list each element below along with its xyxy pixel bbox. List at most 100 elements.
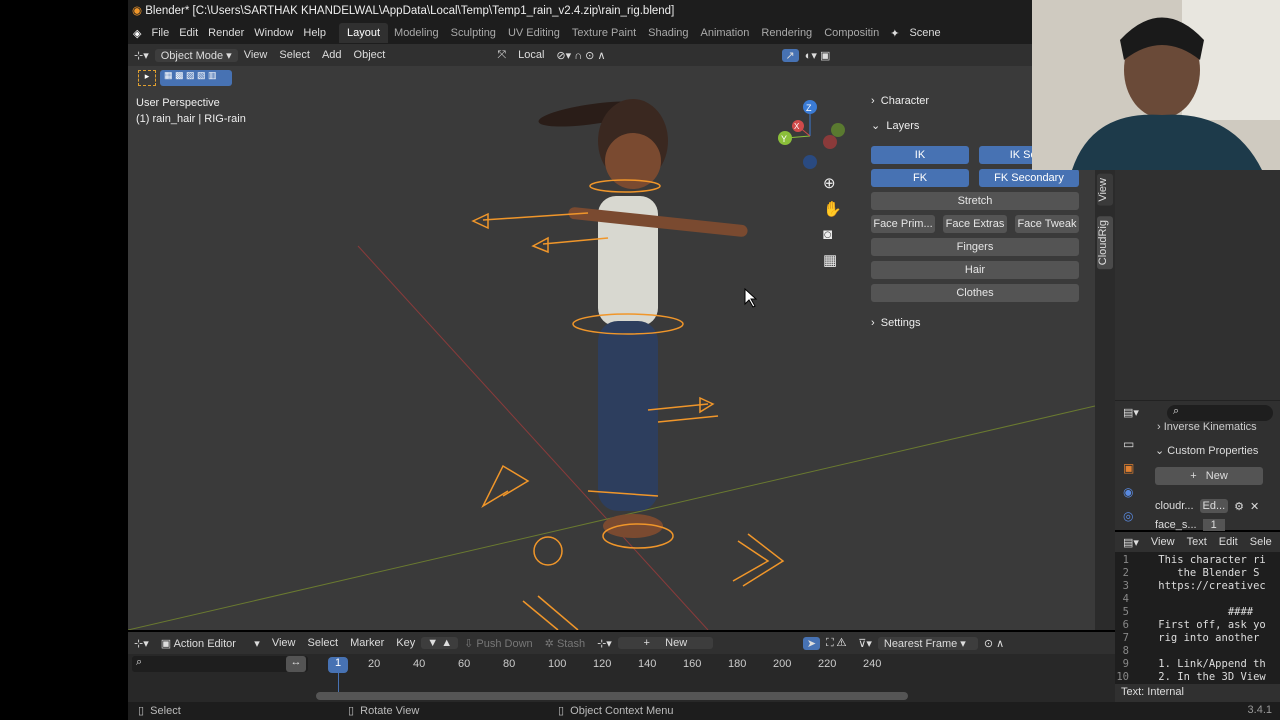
custom-properties-label: Custom Properties bbox=[1167, 445, 1259, 457]
gear-icon[interactable]: ⚙ bbox=[1234, 500, 1244, 513]
menu-help[interactable]: Help bbox=[298, 27, 331, 39]
layer-fk-button[interactable]: FK bbox=[871, 169, 969, 187]
horizontal-scrollbar[interactable] bbox=[316, 692, 908, 700]
layer-face-tweak-button[interactable]: Face Tweak bbox=[1015, 215, 1079, 233]
transform-orientation-icon[interactable]: ⤧ bbox=[491, 49, 512, 62]
sidebar-tabs: View CloudRig bbox=[1095, 170, 1115, 630]
layer-face-extras-button[interactable]: Face Extras bbox=[943, 215, 1007, 233]
menu-select[interactable]: Select bbox=[273, 49, 316, 61]
orientation-dropdown[interactable]: Local bbox=[512, 49, 550, 61]
snap-dropdown[interactable]: Nearest Frame ▾ bbox=[877, 636, 978, 650]
settings-section[interactable]: › Settings bbox=[871, 317, 921, 329]
properties-search-input[interactable]: ⌕ bbox=[1167, 405, 1273, 421]
layers-section[interactable]: ⌄ Layers bbox=[871, 119, 919, 132]
physics-tab-icon[interactable]: ◉ bbox=[1123, 485, 1134, 499]
tab-animation[interactable]: Animation bbox=[695, 27, 756, 39]
only-selected-icon[interactable]: ⛶ ⚠ bbox=[820, 637, 852, 650]
timeline-area[interactable]: ⌕ ↔ 1 20 40 60 80 100 120 140 160 180 20… bbox=[128, 654, 1115, 702]
property-value-field[interactable]: 1 bbox=[1202, 519, 1225, 531]
property-row: face_s... 1 bbox=[1155, 519, 1225, 531]
custom-properties-section[interactable]: ⌄ Custom Properties bbox=[1155, 444, 1258, 457]
timeline-menu-view[interactable]: View bbox=[266, 637, 302, 649]
layer-clothes-button[interactable]: Clothes bbox=[871, 284, 1079, 302]
frame-tick: 140 bbox=[638, 658, 657, 670]
frame-tick: 240 bbox=[863, 658, 882, 670]
text-content[interactable]: 1 This character ri 2 the Blender S 3 ht… bbox=[1115, 552, 1280, 684]
tab-view[interactable]: View bbox=[1097, 174, 1113, 206]
layer-hair-button[interactable]: Hair bbox=[871, 261, 1079, 279]
menu-window[interactable]: Window bbox=[249, 27, 298, 39]
filter-icon[interactable]: ⊽▾ bbox=[852, 637, 878, 650]
menu-edit[interactable]: Edit bbox=[174, 27, 203, 39]
proportional-icon[interactable]: ⊙ ∧ bbox=[978, 637, 1010, 650]
channel-search-input[interactable]: ⌕ bbox=[132, 656, 308, 672]
version-label: 3.4.1 bbox=[1247, 704, 1272, 716]
text-menu-view[interactable]: View bbox=[1151, 536, 1175, 548]
tab-cloudrig[interactable]: CloudRig bbox=[1097, 216, 1113, 270]
text-editor-type-icon[interactable]: ▤▾ bbox=[1123, 536, 1139, 549]
action-editor-dropdown[interactable]: ▣ Action Editor ▾ bbox=[155, 637, 266, 650]
menu-object[interactable]: Object bbox=[348, 49, 392, 61]
swap-icon[interactable]: ↔ bbox=[286, 656, 306, 672]
new-property-button[interactable]: + New bbox=[1155, 467, 1263, 485]
character-section[interactable]: › Character bbox=[871, 95, 929, 107]
layer-ik-button[interactable]: IK bbox=[871, 146, 969, 164]
menu-view[interactable]: View bbox=[238, 49, 274, 61]
layer-up-down-icon[interactable]: ▼ ▲ bbox=[421, 637, 459, 649]
mode-label: Object Mode bbox=[160, 49, 224, 62]
pivot-icon[interactable]: ⊘▾ ∩ ⊙ ∧ bbox=[550, 49, 611, 62]
camera-icon[interactable]: ◙ bbox=[823, 226, 842, 243]
action-type-icon[interactable]: ⊹▾ bbox=[591, 637, 618, 650]
inverse-kinematics-section[interactable]: › Inverse Kinematics bbox=[1157, 421, 1257, 433]
menu-file[interactable]: File bbox=[146, 27, 174, 39]
tab-sculpting[interactable]: Sculpting bbox=[445, 27, 502, 39]
layer-face-primary-button[interactable]: Face Prim... bbox=[871, 215, 935, 233]
tab-uv-editing[interactable]: UV Editing bbox=[502, 27, 566, 39]
tab-modeling[interactable]: Modeling bbox=[388, 27, 445, 39]
object-tab-icon[interactable]: ▭ bbox=[1123, 437, 1134, 451]
editor-type-icon[interactable]: ⊹▾ bbox=[128, 49, 155, 62]
property-edit-button[interactable]: Ed... bbox=[1199, 499, 1229, 513]
text-menu-edit[interactable]: Edit bbox=[1219, 536, 1238, 548]
mode-dropdown[interactable]: Object Mode ▾ bbox=[154, 48, 238, 62]
constraints-tab-icon[interactable]: ◎ bbox=[1123, 509, 1134, 523]
current-frame-indicator[interactable]: 1 bbox=[328, 657, 348, 673]
text-menu-select[interactable]: Sele bbox=[1250, 536, 1272, 548]
tab-shading[interactable]: Shading bbox=[642, 27, 694, 39]
status-select-label: Select bbox=[150, 705, 181, 717]
layer-fk-secondary-button[interactable]: FK Secondary bbox=[979, 169, 1079, 187]
frame-ruler: 20 40 60 80 100 120 140 160 180 200 220 … bbox=[368, 658, 908, 670]
scene-icon[interactable]: ✦ bbox=[885, 27, 904, 40]
tab-texture-paint[interactable]: Texture Paint bbox=[566, 27, 642, 39]
timeline-menu-marker[interactable]: Marker bbox=[344, 637, 390, 649]
viewport-nav-buttons: ⊕ ✋ ◙ ▦ bbox=[823, 174, 842, 269]
new-action-button[interactable]: + New bbox=[617, 637, 713, 649]
viewport-header: ⊹▾ Object Mode ▾ View Select Add Object … bbox=[128, 44, 1032, 66]
tab-layout[interactable]: Layout bbox=[339, 23, 389, 43]
close-icon[interactable]: ✕ bbox=[1250, 500, 1259, 513]
gizmo-toggle-icon[interactable]: ↗ bbox=[781, 48, 799, 62]
frame-tick: 80 bbox=[503, 658, 516, 670]
grid-perspective-icon[interactable]: ▦ bbox=[823, 251, 842, 269]
layer-stretch-button[interactable]: Stretch bbox=[871, 192, 1079, 210]
tab-compositing[interactable]: Compositin bbox=[818, 27, 885, 39]
tab-rendering[interactable]: Rendering bbox=[755, 27, 818, 39]
properties-editor-type-icon[interactable]: ▤▾ bbox=[1123, 406, 1139, 419]
stash-button[interactable]: ✲ Stash bbox=[539, 637, 591, 650]
frame-tick: 220 bbox=[818, 658, 837, 670]
pan-hand-icon[interactable]: ✋ bbox=[823, 200, 842, 218]
blender-logo-icon[interactable]: ◈ bbox=[128, 27, 146, 40]
zoom-icon[interactable]: ⊕ bbox=[823, 174, 842, 192]
object-data-tab-icon[interactable]: ▣ bbox=[1123, 461, 1134, 475]
select-cursor-icon[interactable]: ➤ bbox=[802, 636, 821, 650]
menu-add[interactable]: Add bbox=[316, 49, 348, 61]
layer-fingers-button[interactable]: Fingers bbox=[871, 238, 1079, 256]
timeline-menu-select[interactable]: Select bbox=[301, 637, 344, 649]
timeline-menu-key[interactable]: Key bbox=[390, 637, 421, 649]
overlay-icon[interactable]: ◐▾ ▣ bbox=[799, 49, 837, 62]
scene-selector[interactable]: Scene bbox=[904, 27, 945, 39]
menu-render[interactable]: Render bbox=[203, 27, 249, 39]
editor-type-icon[interactable]: ⊹▾ bbox=[128, 637, 155, 650]
text-menu-text[interactable]: Text bbox=[1187, 536, 1207, 548]
push-down-button[interactable]: ⇩ Push Down bbox=[458, 637, 539, 650]
